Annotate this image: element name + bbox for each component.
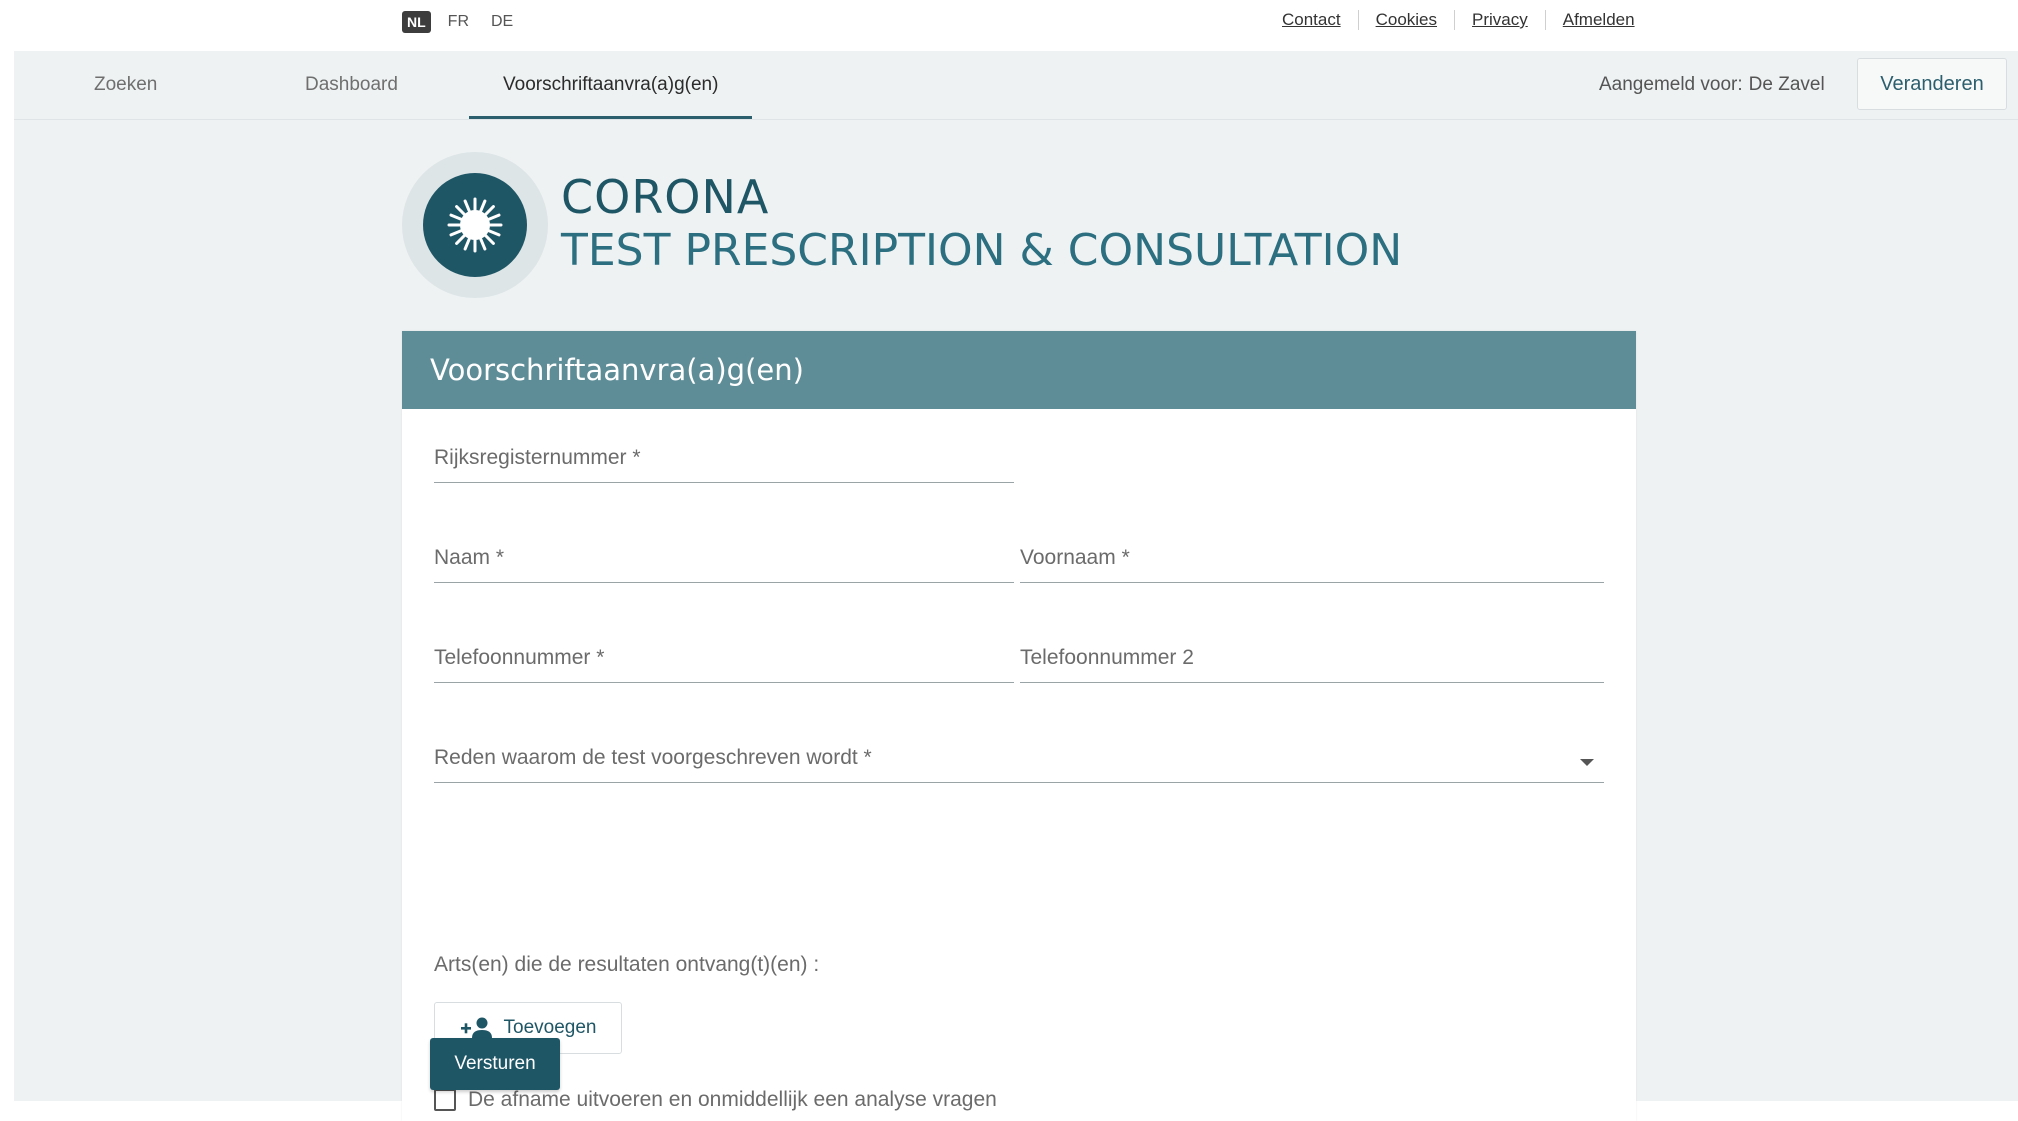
submit-button[interactable]: Versturen [430,1038,560,1090]
divider [1357,10,1359,30]
tab-voorschriftaanvragen[interactable]: Voorschriftaanvra(a)g(en) [469,51,753,119]
top-links: Contact Cookies Privacy Afmelden [1282,10,1635,30]
logged-in-user: De Zavel [1748,74,1825,95]
national-register-field[interactable]: Rijksregisternummer * [434,434,1014,483]
logo [402,152,548,298]
lang-de[interactable]: DE [486,10,518,34]
lang-fr[interactable]: FR [443,10,474,34]
cookies-link[interactable]: Cookies [1376,10,1437,30]
logged-in-info: Aangemeld voor: De Zavel [1599,51,1825,119]
language-switcher: NL FR DE [402,10,518,34]
main-nav: Zoeken Dashboard Voorschriftaanvra(a)g(e… [14,51,2018,120]
tab-zoeken[interactable]: Zoeken [94,51,157,119]
form-title: Voorschriftaanvra(a)g(en) [402,331,1636,409]
divider [1544,10,1546,30]
phone2-field[interactable]: Telefoonnummer 2 [1020,634,1604,683]
brand-title: CORONA [561,170,770,224]
reason-label: Reden waarom de test voorgeschreven word… [434,746,872,769]
privacy-link[interactable]: Privacy [1472,10,1528,30]
reason-select[interactable]: Reden waarom de test voorgeschreven word… [434,734,1604,783]
virus-icon [447,197,503,253]
phone-label: Telefoonnummer * [434,646,605,669]
change-button[interactable]: Veranderen [1857,58,2007,110]
logged-in-label: Aangemeld voor: [1599,74,1743,95]
divider [1454,10,1456,30]
chevron-down-icon [1580,759,1594,766]
tab-dashboard[interactable]: Dashboard [305,51,398,119]
top-utility-bar: NL FR DE Contact Cookies Privacy Afmelde… [0,0,2018,50]
brand-subtitle: TEST PRESCRIPTION & CONSULTATION [561,225,1403,276]
first-name-field[interactable]: Voornaam * [1020,534,1604,583]
last-name-label: Naam * [434,546,505,569]
contact-link[interactable]: Contact [1282,10,1341,30]
analysis-checkbox-row: De afname uitvoeren en onmiddellijk een … [434,1088,997,1112]
phone-field[interactable]: Telefoonnummer * [434,634,1014,683]
lang-nl[interactable]: NL [402,11,431,33]
main-content: CORONA TEST PRESCRIPTION & CONSULTATION … [14,120,2018,1121]
analysis-checkbox-label[interactable]: De afname uitvoeren en onmiddellijk een … [468,1088,997,1112]
national-register-label: Rijksregisternummer * [434,446,641,469]
phone2-label: Telefoonnummer 2 [1020,646,1194,669]
doctors-label: Arts(en) die de resultaten ontvang(t)(en… [434,953,820,976]
prescription-form: Voorschriftaanvra(a)g(en) Rijksregistern… [402,331,1636,1121]
add-person-icon [460,1017,492,1038]
last-name-field[interactable]: Naam * [434,534,1014,583]
add-doctor-label: Toevoegen [503,1017,597,1038]
logout-link[interactable]: Afmelden [1563,10,1635,30]
first-name-label: Voornaam * [1020,546,1130,569]
analysis-checkbox[interactable] [434,1089,456,1111]
